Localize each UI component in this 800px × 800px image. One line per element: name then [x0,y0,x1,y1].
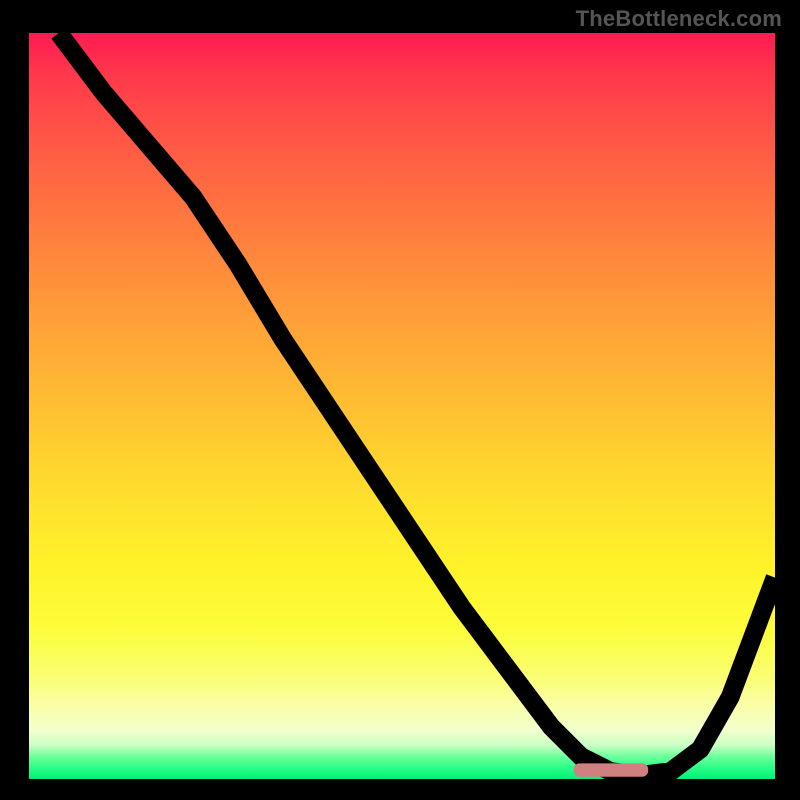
bottleneck-curve [59,33,775,775]
target-marker [574,763,649,776]
watermark-text: TheBottleneck.com [576,6,782,32]
chart-area [26,30,778,782]
chart-svg [29,33,775,779]
